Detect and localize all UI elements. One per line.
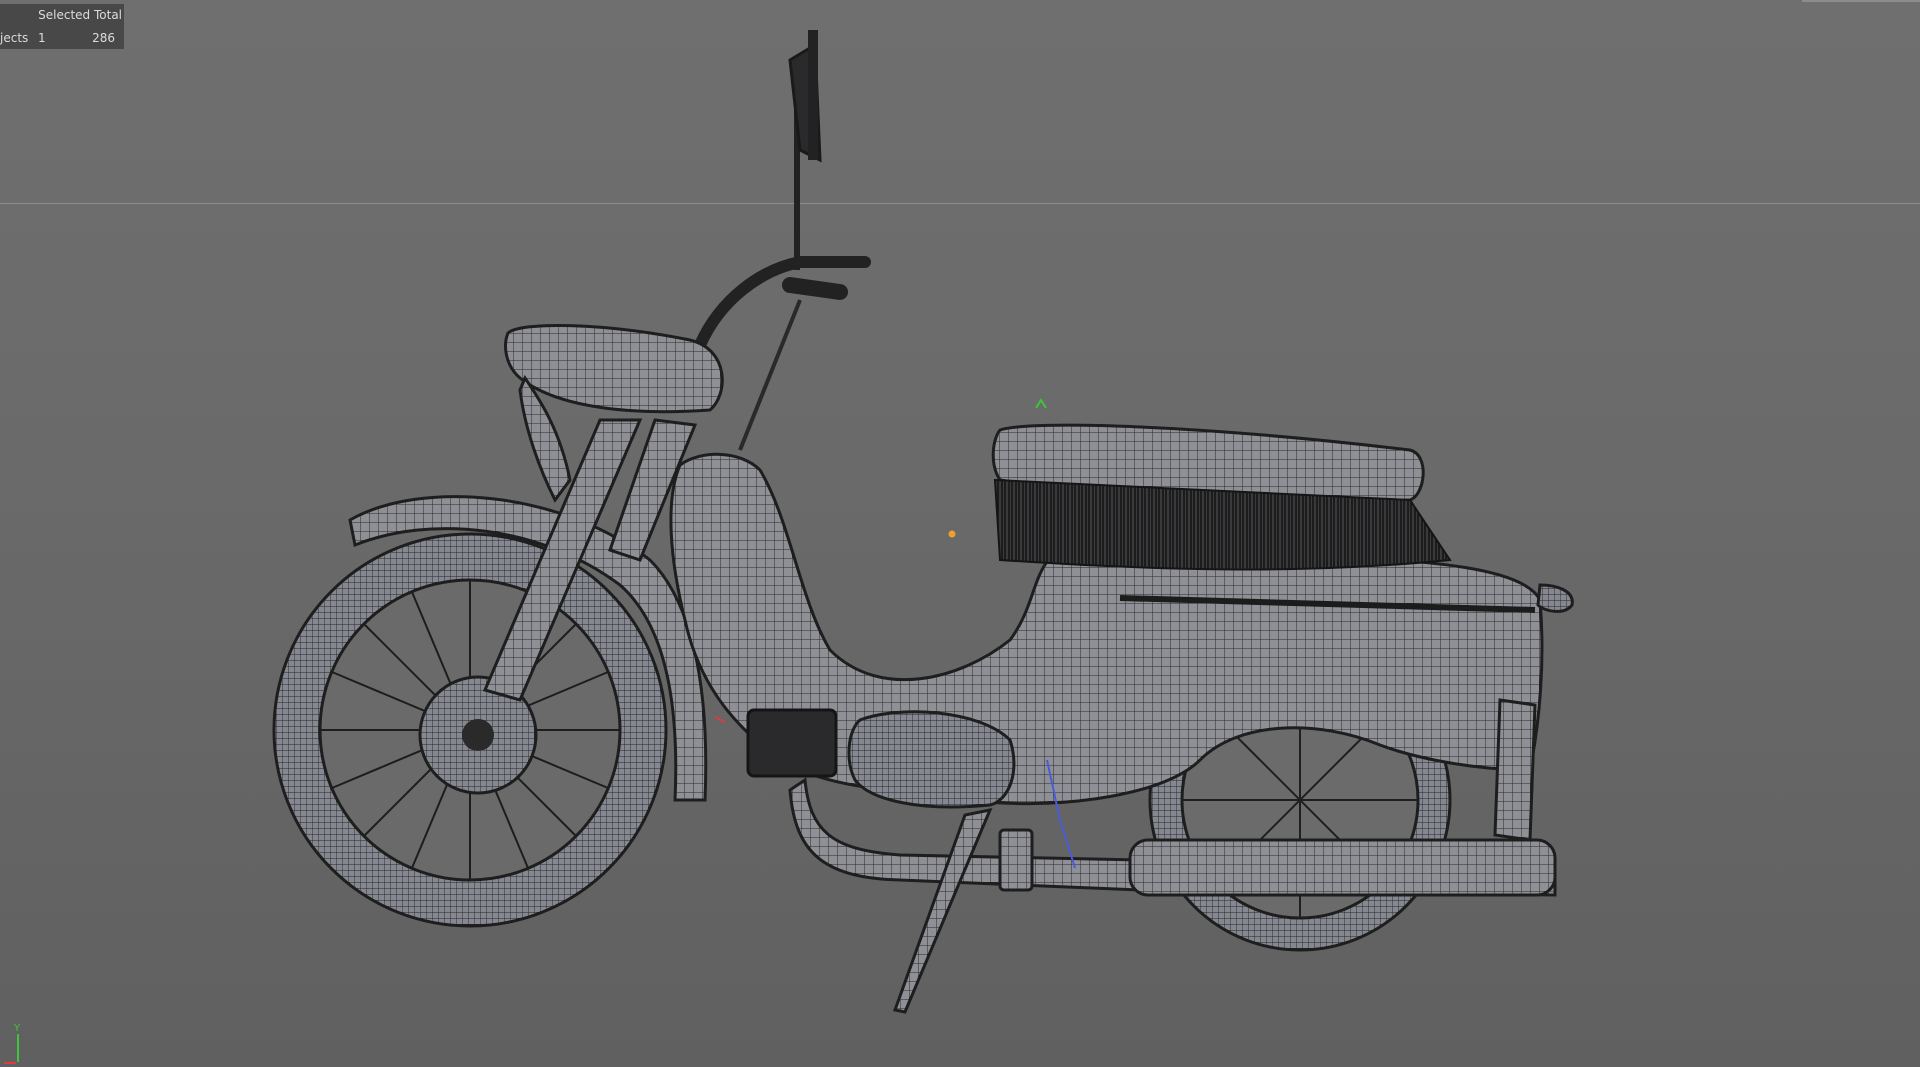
axis-gizmo: Y xyxy=(4,1023,21,1064)
front-wheel xyxy=(272,532,668,928)
moped-wireframe-model[interactable] xyxy=(0,0,1920,1067)
3d-viewport[interactable]: Selected Total jects 1 286 Y xyxy=(0,0,1920,1067)
seat xyxy=(991,423,1452,571)
pivot-marker[interactable] xyxy=(948,530,956,538)
move-handle-y[interactable] xyxy=(1035,398,1047,409)
handlebar xyxy=(694,256,871,451)
y-axis-label: Y xyxy=(13,1023,21,1034)
tail-light xyxy=(1536,583,1574,613)
rear-shock xyxy=(1493,698,1537,842)
kickstand xyxy=(893,807,1034,1014)
move-handle-x[interactable] xyxy=(714,716,726,723)
mirror xyxy=(788,30,822,270)
engine-cover xyxy=(746,708,1016,809)
